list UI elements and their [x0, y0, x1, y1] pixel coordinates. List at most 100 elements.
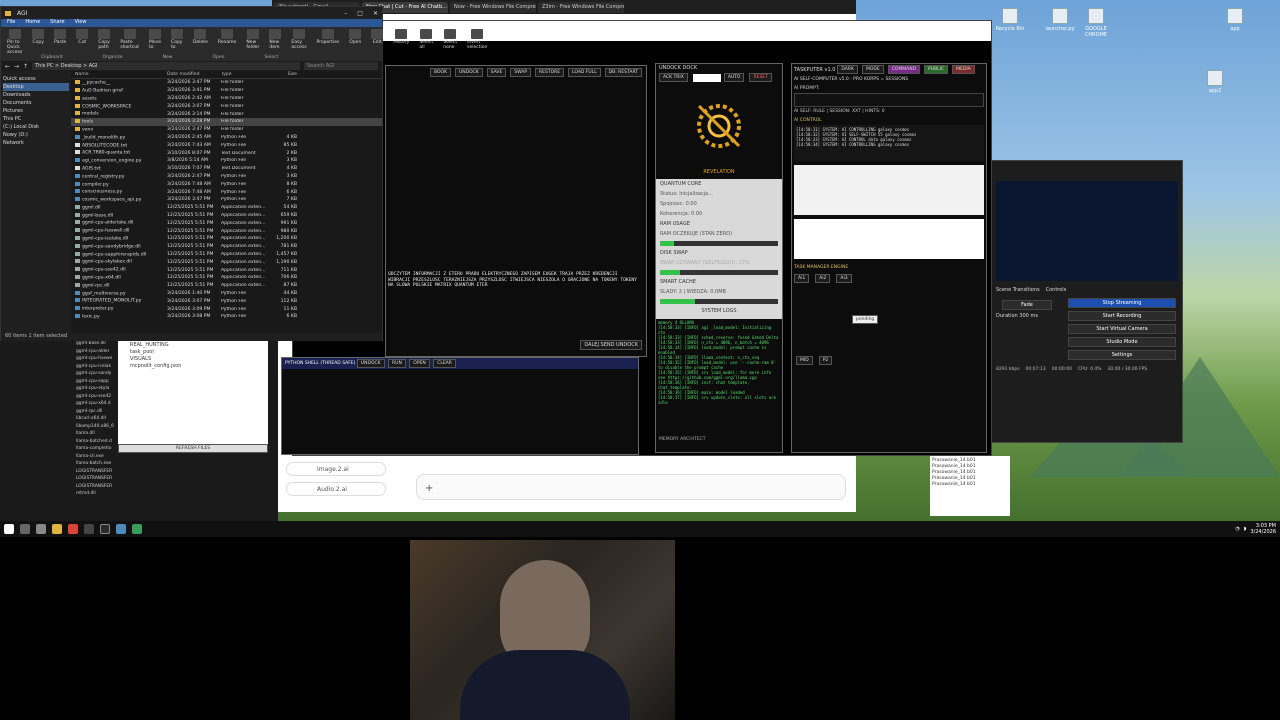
ribbon-button[interactable]: Invert selection [467, 29, 487, 50]
maximize-icon[interactable]: □ [357, 10, 363, 17]
file-row[interactable]: ABSOLUTECODE.txt 3/24/2026 7:43 AM Python … [71, 141, 382, 149]
tab-swap[interactable]: SWAP [510, 68, 532, 77]
chat-input[interactable]: + [416, 474, 846, 500]
list-item[interactable]: Prasowanie_14 b01 [932, 482, 1008, 488]
file-row[interactable]: ggml-cpu-sse42 [76, 393, 124, 401]
file-row[interactable]: ggml-cpu-sandy [76, 370, 124, 378]
file-row[interactable]: mtmd.dll [76, 490, 124, 498]
shell-run-button[interactable]: RUN [388, 359, 406, 368]
ribbon-button[interactable]: Copy to [171, 29, 184, 50]
explorer-icon[interactable] [52, 524, 62, 534]
file-row[interactable]: llama-batch.exe [76, 460, 124, 468]
file-row[interactable]: ACR.TR80-quanta.txt 3/10/2026 8:07 PM Text… [71, 149, 382, 157]
tab-view[interactable]: View [75, 19, 87, 27]
ribbon-button[interactable]: New item [269, 29, 282, 50]
ribbon-button[interactable]: Copy [32, 29, 45, 45]
browser-tab[interactable]: Z3im - Free Windows File Compres... [538, 1, 624, 13]
task-field[interactable]: Ai2 [815, 274, 831, 283]
file-row[interactable]: llama.dll [76, 430, 124, 438]
settings-button[interactable]: Settings [1068, 350, 1176, 360]
search-icon[interactable] [20, 524, 30, 534]
file-row[interactable]: ggml-cpu-icelak [76, 363, 124, 371]
file-row[interactable]: COSMIC_WORKSPACE 3/24/2026 3:07 PM File fo… [71, 102, 382, 110]
tab-home[interactable]: Home [25, 19, 40, 27]
task-field[interactable]: Ai3 [836, 274, 852, 283]
file-row[interactable]: _build_monolith.py 3/24/2026 2:45 AM Pytho… [71, 134, 382, 142]
file-row[interactable]: assets 3/24/2026 2:42 AM File folder [71, 95, 382, 103]
file-row[interactable]: ggml-cpu-x64.dll 12/25/2025 5:51 PM Applic… [71, 274, 382, 282]
column-type[interactable]: Type [221, 72, 267, 77]
desktop-icon[interactable]: GOOGLE CHROME [1076, 8, 1116, 38]
file-row[interactable]: ggml-base.dll 12/25/2025 5:51 PM Applicati… [71, 212, 382, 220]
file-row[interactable]: ggml-cpu-sapp [76, 378, 124, 386]
file-row[interactable]: ggml-cpu-icelake.dll 12/25/2025 5:51 PM Ap… [71, 235, 382, 243]
ribbon-button[interactable]: New folder [246, 29, 259, 50]
tab-save[interactable]: SAVE [486, 68, 507, 77]
command-button[interactable]: COMMAND [887, 65, 921, 74]
desktop-icon[interactable]: app2 [1195, 70, 1235, 94]
close-icon[interactable]: ✕ [373, 10, 378, 17]
minimize-icon[interactable]: – [344, 10, 347, 17]
nav-item[interactable]: Quick access [3, 75, 69, 83]
send-button[interactable]: DALEJ SEND UNDOCK [580, 340, 642, 350]
nav-item[interactable]: Downloads [3, 91, 69, 99]
file-row[interactable]: ggml-cpu-sse42.dll 12/25/2025 5:51 PM Appl… [71, 266, 382, 274]
p-field[interactable]: P2 [818, 356, 833, 365]
file-row[interactable]: ggml-cpu-skylakex.dll 12/25/2025 5:51 PM A… [71, 258, 382, 266]
virtual-camera-button[interactable]: Start Virtual Camera [1068, 324, 1176, 334]
file-row[interactable]: agi_conversion_engine.py 3/8/2026 5:14 AM… [71, 157, 382, 165]
file-row[interactable]: cosmic_workspace_api.py 3/24/2026 3:47 PM… [71, 196, 382, 204]
file-row[interactable]: INTEGRATED_MONOLIT.py 3/24/2026 3:07 PM Py… [71, 297, 382, 305]
ribbon-button[interactable]: Easy access [291, 29, 307, 50]
file-row[interactable]: llama-completio [76, 445, 124, 453]
file-row[interactable]: models 3/24/2026 3:14 PM File folder [71, 110, 382, 118]
file-row[interactable]: tools 3/24/2026 3:28 PM File folder [71, 117, 382, 126]
tree-item[interactable]: VISUALS [130, 356, 256, 363]
file-row[interactable]: ggsf_multiverse.py 3/24/2026 1:40 PM Pytho… [71, 290, 382, 298]
file-row[interactable]: ggml-cpu-sandybridge.dll 12/25/2025 5:51 … [71, 243, 382, 251]
start-recording-button[interactable]: Start Recording [1068, 311, 1176, 321]
browser-tab[interactable]: Now - Free Windows File Compres... [450, 1, 536, 13]
file-row[interactable]: ggml-cpu-skyla [76, 385, 124, 393]
ai-prompt-input[interactable] [794, 93, 984, 107]
file-row[interactable]: compiler.py 3/24/2026 7:48 AM Python File 8… [71, 180, 382, 188]
reset-button[interactable]: RESET [749, 73, 772, 82]
task-field[interactable]: Ai1 [794, 274, 810, 283]
dark-button[interactable]: DARK [837, 65, 858, 74]
desktop-icon[interactable]: app [1215, 8, 1255, 32]
acktrix-button[interactable]: ACK TRIX [659, 73, 688, 82]
ribbon-button[interactable]: Properties [317, 29, 339, 45]
ribbon-button[interactable]: Delete [193, 29, 208, 45]
p-field[interactable]: MID [796, 356, 813, 365]
file-row[interactable]: llama-cli.exe [76, 453, 124, 461]
desktop-icon[interactable]: Recycle Bin [990, 8, 1030, 32]
ribbon-button[interactable]: Cut [76, 29, 89, 45]
nav-item[interactable]: Documents [3, 99, 69, 107]
plus-icon[interactable]: + [425, 483, 433, 494]
studio-mode-button[interactable]: Studio Mode [1068, 337, 1176, 347]
file-row[interactable]: ggml.dll 12/25/2025 5:51 PM Application ex… [71, 204, 382, 212]
file-row[interactable]: ggml-cpu-haswell.dll 12/25/2025 5:51 PM Ap… [71, 227, 382, 235]
acktrix-input[interactable] [692, 73, 721, 82]
obs-icon[interactable] [84, 524, 94, 534]
file-row[interactable]: ggml-rpc.dll 12/25/2025 5:51 PM Applicatio… [71, 282, 382, 290]
shell-clear-button[interactable]: CLEAR [433, 359, 456, 368]
duration-input[interactable]: 300 ms [1019, 313, 1038, 319]
volume-icon[interactable]: ◗ [1244, 526, 1247, 532]
ribbon-button[interactable]: Edit [371, 29, 384, 45]
column-date[interactable]: Date modified [167, 72, 221, 77]
search-input[interactable]: Search AGI [304, 62, 378, 70]
file-row[interactable]: ggml-cpu-haswe [76, 355, 124, 363]
tree-item[interactable]: mcpnolit_config.json [130, 363, 256, 370]
file-row[interactable]: venv 3/24/2026 3:47 PM File folder [71, 126, 382, 134]
tab-load-full[interactable]: LOAD FULL [568, 68, 601, 77]
status-select[interactable]: pending [852, 315, 879, 324]
tab-restore[interactable]: RESTORE [535, 68, 565, 77]
nav-item[interactable]: Network [3, 139, 69, 147]
ribbon-button[interactable]: History [393, 29, 409, 45]
ribbon-button[interactable]: Rename [218, 29, 236, 45]
terminal-icon[interactable] [100, 524, 110, 534]
ribbon-button[interactable]: Open [349, 29, 361, 45]
audio-chip[interactable]: Audio.2.ai [286, 482, 386, 496]
shell-undock-button[interactable]: UNDOCK [356, 359, 385, 368]
